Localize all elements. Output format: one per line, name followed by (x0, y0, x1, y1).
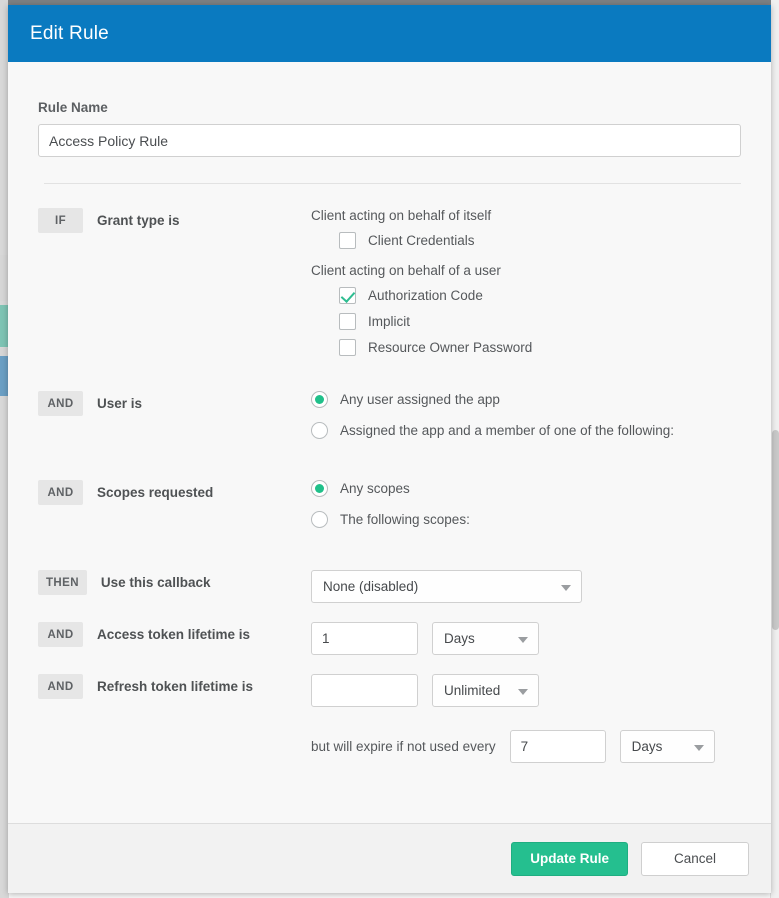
checkbox-option-client-credentials[interactable]: Client Credentials (339, 232, 741, 249)
row-scopes-left: AND Scopes requested (38, 478, 311, 505)
update-rule-button[interactable]: Update Rule (511, 842, 628, 876)
checkbox-icon[interactable] (339, 232, 356, 249)
row-callback-right: None (disabled) (311, 568, 741, 603)
rule-name-label: Rule Name (38, 100, 741, 115)
row-access-token-lifetime: AND Access token lifetime is Days (38, 620, 741, 655)
row-grant-type: IF Grant type is Client acting on behalf… (38, 206, 741, 365)
modal-footer: Update Rule Cancel (8, 823, 771, 893)
row-refresh-token-right: Unlimited (311, 672, 741, 707)
row-user-is: AND User is Any user assigned the app As… (38, 389, 741, 448)
modal-body: Rule Name IF Grant type is Client acting… (8, 62, 771, 823)
refresh-token-lifetime-input[interactable] (311, 674, 418, 707)
access-token-unit-value: Days (444, 631, 475, 646)
row-expire-if-unused: but will expire if not used every Days (311, 730, 741, 763)
checkbox-label: Implicit (368, 314, 410, 329)
refresh-token-unit-select[interactable]: Unlimited (432, 674, 539, 707)
row-callback-title: Use this callback (101, 570, 211, 595)
row-access-token-title: Access token lifetime is (97, 622, 250, 647)
access-token-lifetime-input[interactable] (311, 622, 418, 655)
radio-option-any-scopes[interactable]: Any scopes (311, 480, 741, 497)
row-grant-type-left: IF Grant type is (38, 206, 311, 233)
callback-select-value: None (disabled) (323, 579, 418, 594)
expire-unit-value: Days (632, 739, 663, 754)
condition-badge-and: AND (38, 480, 83, 505)
expire-label: but will expire if not used every (311, 739, 496, 754)
condition-badge-and: AND (38, 391, 83, 416)
edit-rule-modal: Edit Rule Rule Name IF Grant type is Cli… (8, 5, 771, 893)
expire-interval-input[interactable] (510, 730, 606, 763)
checkbox-icon[interactable] (339, 339, 356, 356)
radio-option-any-user[interactable]: Any user assigned the app (311, 391, 741, 408)
condition-badge-if: IF (38, 208, 83, 233)
row-user-is-right: Any user assigned the app Assigned the a… (311, 389, 741, 448)
condition-badge-and: AND (38, 674, 83, 699)
radio-selected-icon[interactable] (311, 391, 328, 408)
refresh-token-unit-value: Unlimited (444, 683, 500, 698)
checkbox-option-implicit[interactable]: Implicit (339, 313, 741, 330)
checkbox-option-authorization-code[interactable]: Authorization Code (339, 287, 741, 304)
radio-icon[interactable] (311, 511, 328, 528)
checkbox-label: Authorization Code (368, 288, 483, 303)
radio-icon[interactable] (311, 422, 328, 439)
cancel-button[interactable]: Cancel (641, 842, 749, 876)
rule-name-input[interactable] (38, 124, 741, 157)
row-scopes-right: Any scopes The following scopes: (311, 478, 741, 537)
row-refresh-token-title: Refresh token lifetime is (97, 674, 253, 699)
checkbox-option-resource-owner-password[interactable]: Resource Owner Password (339, 339, 741, 356)
chevron-down-icon (518, 637, 528, 643)
checkmark-icon[interactable] (339, 287, 356, 304)
page-scrollbar-thumb[interactable] (772, 430, 779, 630)
radio-label: Any scopes (340, 481, 410, 496)
expire-unit-select[interactable]: Days (620, 730, 715, 763)
chevron-down-icon (694, 745, 704, 751)
row-access-token-right: Days (311, 620, 741, 655)
radio-option-following-scopes[interactable]: The following scopes: (311, 511, 741, 528)
radio-option-assigned-member[interactable]: Assigned the app and a member of one of … (311, 422, 741, 439)
access-token-unit-select[interactable]: Days (432, 622, 539, 655)
row-access-token-left: AND Access token lifetime is (38, 620, 311, 647)
radio-label: Assigned the app and a member of one of … (340, 423, 674, 438)
checkbox-label: Resource Owner Password (368, 340, 532, 355)
row-user-is-left: AND User is (38, 389, 311, 416)
page-title: Edit Rule (30, 23, 109, 45)
row-grant-type-right: Client acting on behalf of itself Client… (311, 206, 741, 365)
row-user-is-title: User is (97, 391, 142, 416)
group-label-client-itself: Client acting on behalf of itself (311, 208, 741, 223)
condition-badge-and: AND (38, 622, 83, 647)
chevron-down-icon (518, 689, 528, 695)
row-refresh-token-lifetime: AND Refresh token lifetime is Unlimited (38, 672, 741, 707)
callback-select[interactable]: None (disabled) (311, 570, 582, 603)
group-label-client-user: Client acting on behalf of a user (311, 263, 741, 278)
page-scrollbar[interactable] (770, 0, 779, 898)
checkbox-icon[interactable] (339, 313, 356, 330)
row-refresh-token-left: AND Refresh token lifetime is (38, 672, 311, 699)
section-divider (44, 183, 741, 184)
radio-label: Any user assigned the app (340, 392, 500, 407)
checkbox-label: Client Credentials (368, 233, 475, 248)
row-callback-left: THEN Use this callback (38, 568, 311, 595)
row-scopes-title: Scopes requested (97, 480, 213, 505)
chevron-down-icon (561, 585, 571, 591)
radio-label: The following scopes: (340, 512, 470, 527)
modal-header: Edit Rule (8, 5, 771, 62)
radio-selected-icon[interactable] (311, 480, 328, 497)
row-scopes-requested: AND Scopes requested Any scopes The foll… (38, 478, 741, 537)
row-grant-type-title: Grant type is (97, 208, 180, 233)
row-use-callback: THEN Use this callback None (disabled) (38, 568, 741, 603)
condition-badge-then: THEN (38, 570, 87, 595)
